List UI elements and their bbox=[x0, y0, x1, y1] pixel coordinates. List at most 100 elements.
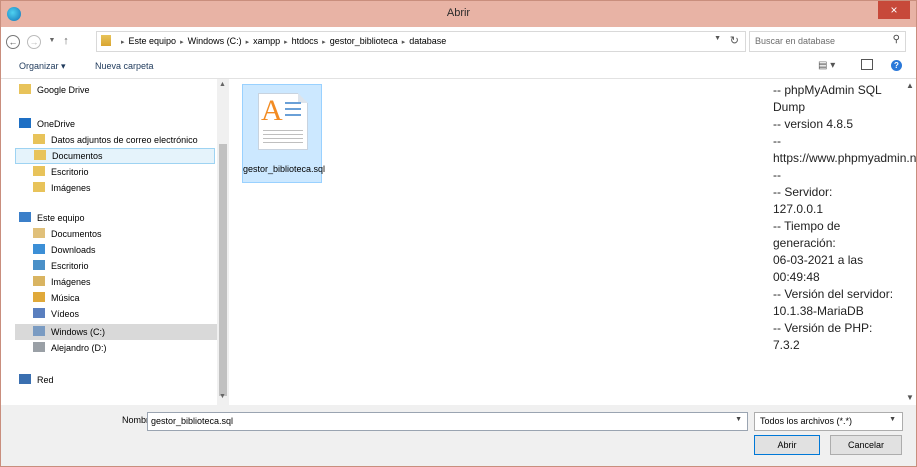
sidebar-item-label: Downloads bbox=[51, 245, 96, 255]
breadcrumb-separator-icon[interactable]: ▸ bbox=[402, 39, 406, 46]
folder-icon bbox=[33, 134, 45, 144]
sidebar-item[interactable]: Google Drive bbox=[19, 82, 217, 98]
preview-scrollbar[interactable]: ▲ ▼ bbox=[904, 79, 916, 405]
scroll-up-icon[interactable]: ▲ bbox=[906, 81, 914, 90]
desktop-icon bbox=[33, 260, 45, 270]
sidebar-item-label: Alejandro (D:) bbox=[51, 343, 107, 353]
open-button[interactable]: Abrir bbox=[754, 435, 820, 455]
sidebar-item[interactable]: Alejandro (D:) bbox=[33, 340, 217, 356]
chevron-down-icon[interactable]: ▼ bbox=[889, 416, 896, 423]
breadcrumb-item[interactable]: database bbox=[409, 36, 446, 46]
sidebar-item[interactable]: Red bbox=[19, 372, 217, 388]
videos-icon bbox=[33, 308, 45, 318]
breadcrumb-separator-icon[interactable]: ▸ bbox=[180, 39, 184, 46]
file-name-value[interactable]: gestor_biblioteca.sql bbox=[151, 416, 233, 426]
drive-icon bbox=[33, 342, 45, 352]
file-type-value[interactable]: Todos los archivos (*.*) bbox=[760, 416, 852, 426]
sidebar-item-label: Documentos bbox=[52, 151, 103, 161]
view-options-icon[interactable]: ▤ ▾ bbox=[818, 60, 835, 71]
sidebar-item-label: Documentos bbox=[51, 229, 102, 239]
nav-scrollbar[interactable]: ▲ ▼ bbox=[217, 79, 229, 405]
sidebar-item[interactable]: Windows (C:) bbox=[15, 324, 217, 340]
folder-icon bbox=[33, 182, 45, 192]
breadcrumb-separator-icon[interactable]: ▸ bbox=[322, 39, 326, 46]
breadcrumb-item[interactable]: htdocs bbox=[292, 36, 319, 46]
open-dialog: Abrir × ← → ▼ ↑ ▸ Este equipo ▸ Windows (C:… bbox=[0, 0, 917, 467]
recent-locations-button[interactable]: ▼ bbox=[45, 34, 59, 48]
pictures-icon bbox=[33, 276, 45, 286]
breadcrumb-separator-icon[interactable]: ▸ bbox=[246, 39, 250, 46]
folder-icon bbox=[34, 150, 46, 160]
breadcrumb-item[interactable]: Windows (C:) bbox=[188, 36, 242, 46]
sidebar-item[interactable]: Documentos bbox=[15, 148, 215, 164]
search-input[interactable]: Buscar en database bbox=[755, 36, 835, 46]
sidebar-item[interactable]: Datos adjuntos de correo electrónico bbox=[33, 132, 217, 148]
cloud-icon bbox=[19, 118, 31, 128]
breadcrumb: ▸ Este equipo ▸ Windows (C:) ▸ xampp ▸ htdocs ▸ g… bbox=[117, 36, 446, 46]
sidebar-item[interactable]: Imágenes bbox=[33, 180, 217, 196]
chevron-down-icon[interactable]: ▼ bbox=[714, 35, 721, 42]
sidebar-item-label: Imágenes bbox=[51, 183, 91, 193]
folder-icon bbox=[19, 84, 31, 94]
scroll-up-icon[interactable]: ▲ bbox=[219, 81, 226, 88]
scroll-down-icon[interactable]: ▼ bbox=[219, 393, 226, 400]
sidebar-item-label: Este equipo bbox=[37, 213, 85, 223]
sql-file-icon: A bbox=[258, 93, 308, 150]
sidebar-item-label: Datos adjuntos de correo electrónico bbox=[51, 135, 198, 145]
downloads-icon bbox=[33, 244, 45, 254]
breadcrumb-separator-icon[interactable]: ▸ bbox=[121, 39, 125, 46]
scrollbar-thumb[interactable] bbox=[219, 144, 227, 396]
sidebar-item[interactable]: Escritorio bbox=[33, 258, 217, 274]
new-folder-button[interactable]: Nueva carpeta bbox=[95, 61, 154, 71]
sidebar-item-label: Música bbox=[51, 293, 80, 303]
cancel-button[interactable]: Cancelar bbox=[830, 435, 902, 455]
sidebar-item[interactable]: Escritorio bbox=[33, 164, 217, 180]
sidebar-item[interactable]: Downloads bbox=[33, 242, 217, 258]
file-type-select[interactable]: Todos los archivos (*.*) ▼ bbox=[754, 412, 903, 431]
sidebar-item-label: Escritorio bbox=[51, 167, 89, 177]
sidebar-item[interactable]: Imágenes bbox=[33, 274, 217, 290]
sidebar-item-label: Windows (C:) bbox=[51, 327, 106, 337]
breadcrumb-item[interactable]: Este equipo bbox=[129, 36, 177, 46]
file-item[interactable]: A gestor_biblioteca.sql bbox=[242, 84, 325, 183]
file-list: A gestor_biblioteca.sql bbox=[229, 79, 756, 405]
breadcrumb-item[interactable]: gestor_biblioteca bbox=[330, 36, 398, 46]
sidebar-item-label: Vídeos bbox=[51, 309, 80, 319]
music-icon bbox=[33, 292, 45, 302]
preview-text: -- phpMyAdmin SQL Dump -- version 4.8.5 … bbox=[773, 83, 916, 352]
organize-button[interactable]: Organizar ▾ bbox=[19, 61, 66, 72]
sidebar-item[interactable]: Música bbox=[33, 290, 217, 306]
breadcrumb-item[interactable]: xampp bbox=[253, 36, 280, 46]
up-button[interactable]: ↑ bbox=[59, 34, 73, 48]
sidebar-item[interactable]: Vídeos bbox=[33, 306, 217, 322]
sidebar-item[interactable]: Documentos bbox=[33, 226, 217, 242]
sidebar-item[interactable]: Este equipo bbox=[19, 210, 217, 226]
chevron-down-icon[interactable]: ▼ bbox=[735, 416, 742, 423]
computer-icon bbox=[19, 212, 31, 222]
search-box[interactable]: Buscar en database ⚲ bbox=[749, 31, 906, 52]
close-button[interactable]: × bbox=[878, 1, 910, 19]
toolbar: Organizar ▾ Nueva carpeta ▤ ▾ ? bbox=[1, 56, 916, 79]
back-button[interactable]: ← bbox=[6, 35, 20, 49]
breadcrumb-separator-icon[interactable]: ▸ bbox=[284, 39, 288, 46]
search-icon[interactable]: ⚲ bbox=[893, 34, 900, 45]
network-icon bbox=[19, 374, 31, 384]
file-name-input[interactable]: gestor_biblioteca.sql ▼ bbox=[147, 412, 748, 431]
folder-icon bbox=[33, 166, 45, 176]
preview-pane: -- phpMyAdmin SQL Dump -- version 4.8.5 … bbox=[756, 79, 916, 405]
documents-icon bbox=[33, 228, 45, 238]
help-icon[interactable]: ? bbox=[891, 60, 902, 71]
title-bar: Abrir × bbox=[1, 1, 916, 27]
folder-icon bbox=[101, 35, 111, 46]
preview-pane-icon[interactable] bbox=[861, 59, 873, 70]
scroll-down-icon[interactable]: ▼ bbox=[906, 393, 914, 402]
sidebar-item-label: Google Drive bbox=[37, 85, 90, 95]
forward-button[interactable]: → bbox=[27, 35, 41, 49]
sidebar-item-label: Red bbox=[37, 375, 54, 385]
window-title: Abrir bbox=[446, 7, 471, 19]
sidebar-item[interactable]: OneDrive bbox=[19, 116, 217, 132]
refresh-icon[interactable]: ↻ bbox=[730, 34, 739, 47]
sidebar-item-label: OneDrive bbox=[37, 119, 76, 129]
navigation-pane: Google Drive OneDrive Datos adjuntos de co… bbox=[1, 79, 217, 405]
address-bar[interactable]: ▸ Este equipo ▸ Windows (C:) ▸ xampp ▸ htdocs ▸ g… bbox=[96, 31, 746, 52]
